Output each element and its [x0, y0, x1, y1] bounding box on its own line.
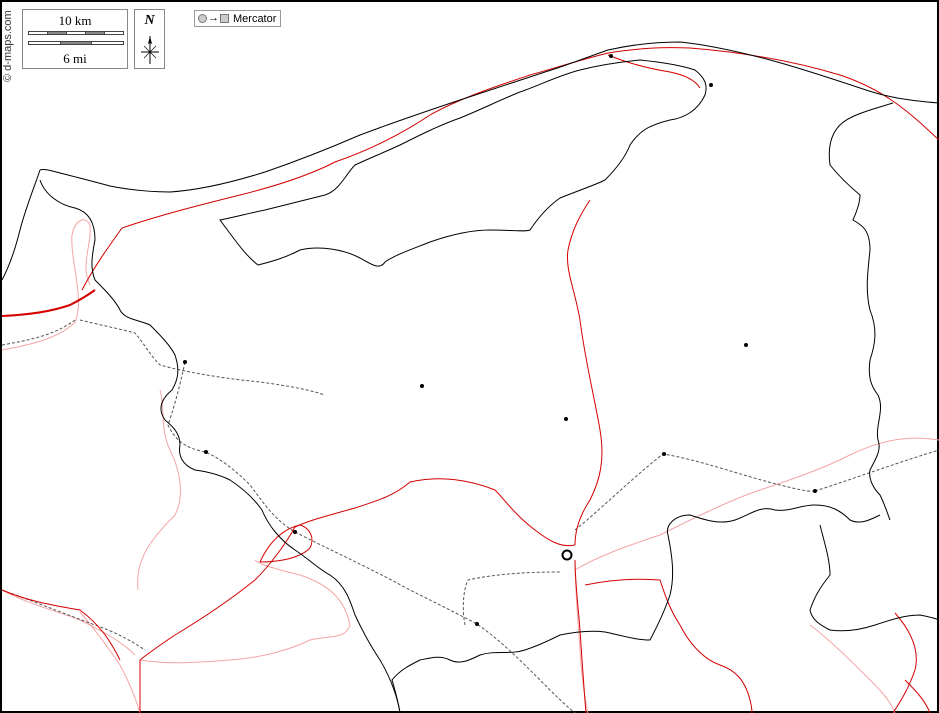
- scale-km-bar: [28, 31, 124, 35]
- north-arrow: N: [134, 9, 165, 69]
- road-east: [574, 453, 816, 531]
- minor-border-west: [1, 219, 91, 351]
- minor-border-south-curve: [139, 559, 351, 664]
- border-inner-coast: [607, 54, 701, 89]
- river-west: [39, 179, 401, 713]
- city-dot-icon: [813, 489, 817, 493]
- border-west-thick: [1, 289, 96, 317]
- road-northwest: [79, 319, 326, 396]
- border-south-district: [391, 504, 881, 713]
- city-dot-icon: [709, 83, 713, 87]
- city-dot-icon: [420, 384, 424, 388]
- north-arrow-icon: [141, 36, 159, 64]
- city-dot-icon: [662, 452, 666, 456]
- border-east-district: [828, 102, 894, 521]
- border-southwest-1: [139, 526, 296, 661]
- border-central-vertical: [566, 199, 603, 546]
- cities: [183, 54, 817, 626]
- minor-border-center: [574, 559, 589, 713]
- border-central-south: [294, 478, 576, 547]
- road-lower: [462, 571, 561, 626]
- city-dot-icon: [744, 343, 748, 347]
- north-label: N: [144, 13, 155, 28]
- border-south-center: [574, 559, 587, 713]
- map-canvas: [1, 41, 939, 713]
- projection-square-icon: [220, 14, 229, 23]
- border-east-lower: [892, 612, 917, 713]
- scale-km-label: 10 km: [58, 13, 92, 28]
- coastlines: [1, 41, 939, 713]
- minor-border-southwest: [137, 389, 181, 591]
- city-dot-icon: [609, 54, 613, 58]
- projection-circle-icon: [198, 14, 207, 23]
- city-dot-icon: [564, 417, 568, 421]
- projection-label: Mercator: [233, 12, 277, 25]
- projection-legend: → Mercator: [194, 10, 282, 27]
- border-southeast-inner: [809, 524, 939, 632]
- scale-mi-bar: [28, 41, 124, 45]
- dashed-roads: [1, 319, 939, 713]
- capital-ring-icon: [561, 549, 573, 561]
- road-southwest: [1, 589, 146, 651]
- road-mid-west: [167, 361, 296, 533]
- credit-text: © d-maps.com: [2, 10, 14, 82]
- city-dot-icon: [183, 360, 187, 364]
- coastline-west-river: [1, 169, 41, 281]
- city-dot-icon: [204, 450, 208, 454]
- road-diagonal: [294, 531, 576, 713]
- scale-bar: 10 km 6 mi: [22, 9, 128, 69]
- coastline-north: [39, 41, 939, 193]
- city-dot-icon: [293, 530, 297, 534]
- admin-borders: [1, 47, 939, 713]
- city-dot-icon: [475, 622, 479, 626]
- minor-border-south-left: [79, 611, 141, 713]
- minor-border-east-lower: [809, 624, 896, 713]
- projection-arrow: →: [208, 12, 219, 24]
- scale-mi-label: 6 mi: [63, 51, 87, 66]
- coastline-lagoon: [219, 59, 707, 267]
- border-southwest-lower: [1, 589, 121, 661]
- border-north-coast: [81, 47, 939, 291]
- minor-borders: [1, 219, 939, 713]
- minor-border-west-lower: [1, 589, 136, 656]
